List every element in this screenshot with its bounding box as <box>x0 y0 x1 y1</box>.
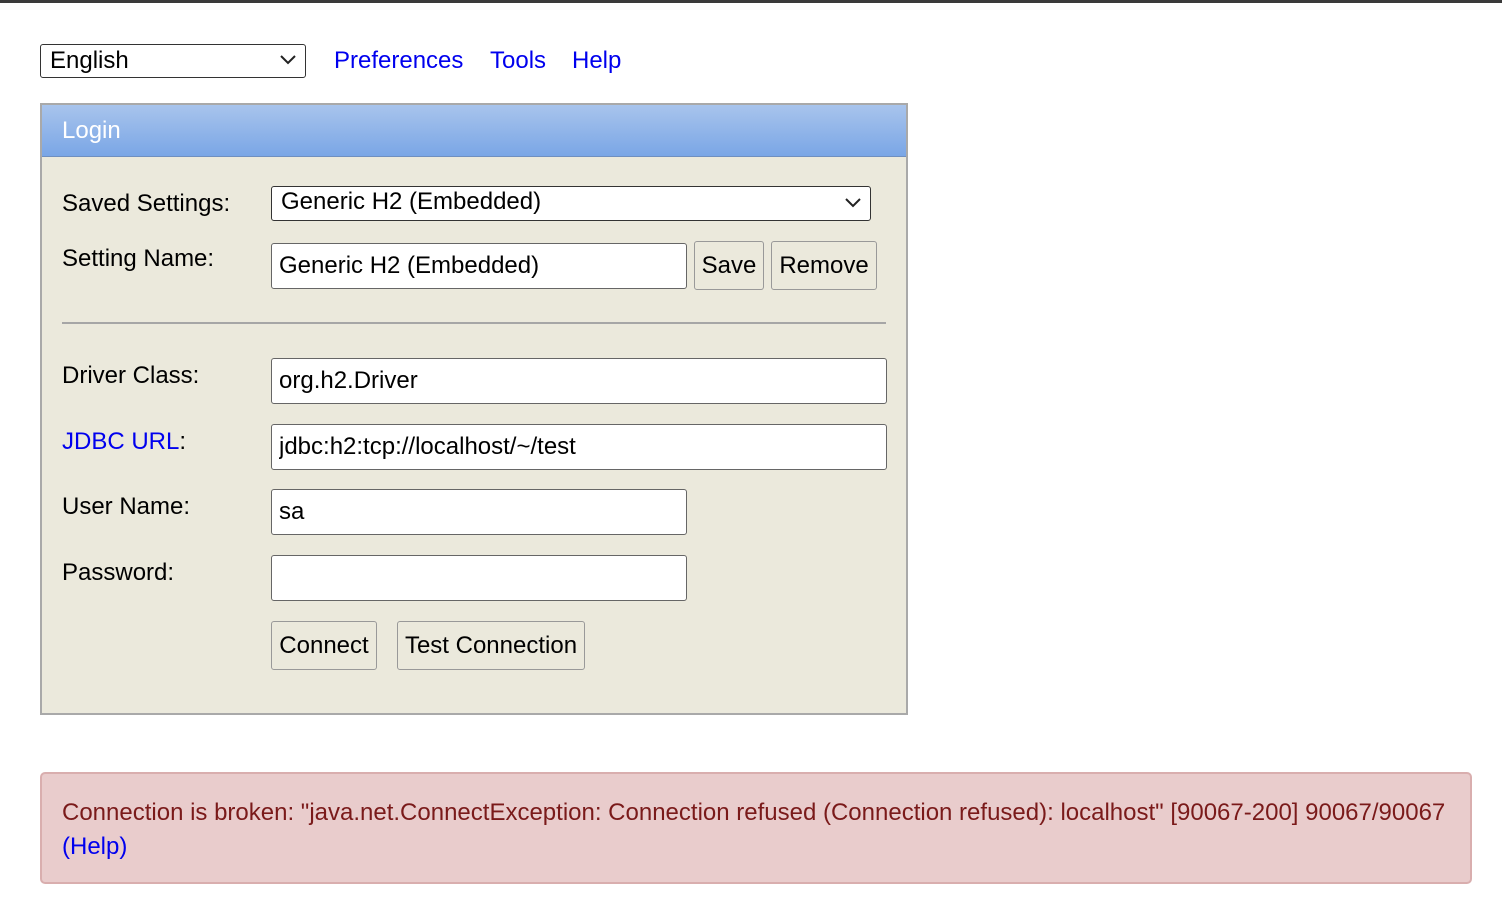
saved-settings-select[interactable]: Generic H2 (Embedded) <box>271 186 871 221</box>
driver-class-input[interactable] <box>271 358 887 404</box>
preferences-link[interactable]: Preferences <box>334 46 463 76</box>
jdbc-url-label: JDBC URL: <box>62 427 186 457</box>
chevron-down-icon <box>280 55 296 65</box>
driver-class-label: Driver Class: <box>62 362 200 389</box>
remove-button[interactable]: Remove <box>771 241 877 290</box>
login-header: Login <box>42 105 906 157</box>
jdbc-url-colon: : <box>179 428 187 455</box>
setting-name-input[interactable] <box>271 243 687 289</box>
top-border <box>0 0 1502 3</box>
language-select[interactable]: English <box>40 44 306 78</box>
help-link[interactable]: Help <box>572 46 621 76</box>
test-connection-button[interactable]: Test Connection <box>397 621 585 670</box>
user-name-input[interactable] <box>271 489 687 535</box>
login-panel: Login Saved Settings: Generic H2 (Embedd… <box>40 103 908 715</box>
saved-settings-value: Generic H2 (Embedded) <box>281 188 542 215</box>
jdbc-url-input[interactable] <box>271 424 887 470</box>
error-message: Connection is broken: "java.net.ConnectE… <box>62 796 1462 864</box>
chevron-down-icon <box>845 198 861 208</box>
error-box: Connection is broken: "java.net.ConnectE… <box>40 772 1472 884</box>
divider <box>62 322 886 324</box>
login-title: Login <box>62 117 121 144</box>
error-message-text: Connection is broken: "java.net.ConnectE… <box>62 799 1446 826</box>
password-label: Password: <box>62 559 175 586</box>
password-input[interactable] <box>271 555 687 601</box>
user-name-label: User Name: <box>62 493 191 520</box>
setting-name-label: Setting Name: <box>62 245 215 272</box>
error-help-link[interactable]: (Help) <box>62 833 127 860</box>
jdbc-url-link[interactable]: JDBC URL <box>62 428 179 455</box>
save-button[interactable]: Save <box>694 241 764 290</box>
connect-button[interactable]: Connect <box>271 621 377 670</box>
saved-settings-label: Saved Settings: <box>62 190 231 217</box>
language-select-value: English <box>50 47 129 74</box>
tools-link[interactable]: Tools <box>490 46 546 76</box>
